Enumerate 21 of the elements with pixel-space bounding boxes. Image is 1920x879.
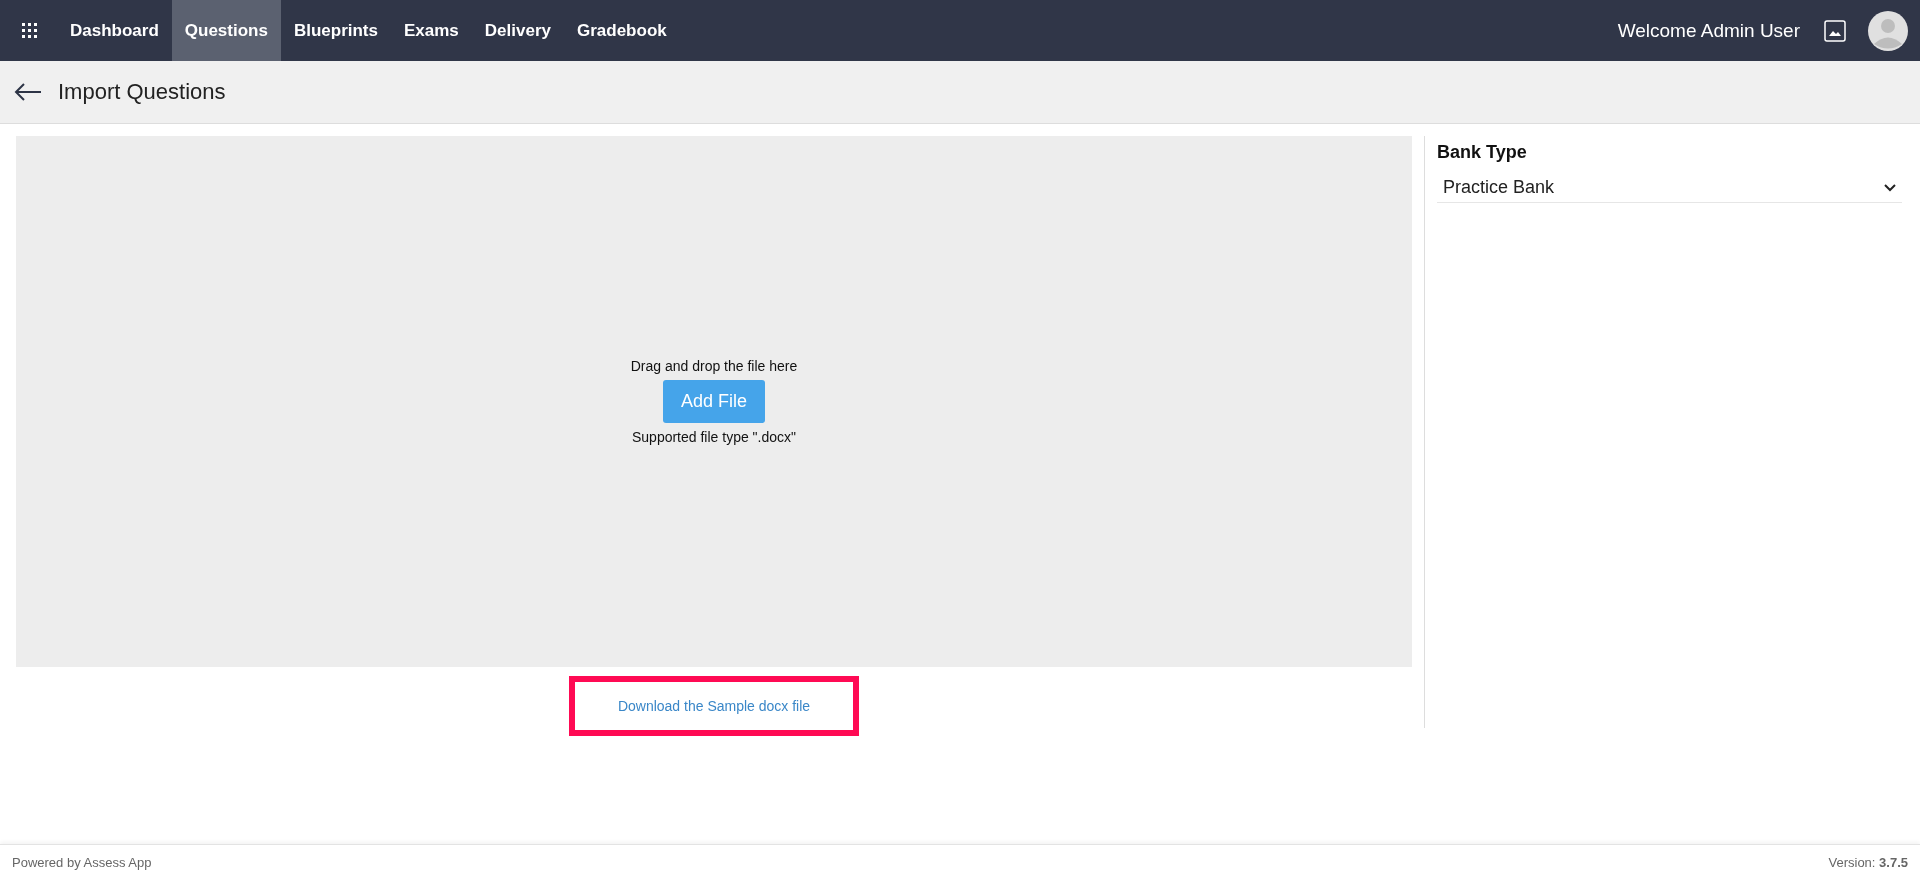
- version-text: Version: 3.7.5: [1828, 854, 1908, 870]
- chevron-down-icon: [1884, 183, 1896, 192]
- back-arrow-icon[interactable]: [14, 82, 42, 102]
- nav-tab[interactable]: Dashboard: [57, 0, 172, 61]
- bank-type-label: Bank Type: [1437, 142, 1528, 163]
- bank-type-select[interactable]: Practice Bank: [1437, 173, 1902, 203]
- page-title: Import Questions: [58, 79, 226, 105]
- avatar-icon[interactable]: [1868, 10, 1908, 51]
- nav-tab[interactable]: Blueprints: [280, 0, 391, 61]
- powered-by-text: Powered by Assess App: [12, 854, 152, 870]
- file-drop-zone[interactable]: Drag and drop the file here Add File Supported file type ".docx": [16, 136, 1412, 667]
- nav-tab[interactable]: Exams: [391, 0, 472, 61]
- nav-tab[interactable]: Delivery: [471, 0, 564, 61]
- nav-tab[interactable]: Gradebook: [564, 0, 680, 61]
- image-icon[interactable]: [1824, 19, 1846, 42]
- nav-tab[interactable]: Questions: [171, 0, 281, 61]
- welcome-text: Welcome Admin User: [1617, 19, 1800, 42]
- download-sample-link[interactable]: Download the Sample docx file: [617, 698, 811, 714]
- drop-hint: Drag and drop the file here: [630, 358, 798, 374]
- supported-type-text: Supported file type ".docx": [631, 429, 796, 445]
- apps-grid-icon[interactable]: [22, 22, 38, 39]
